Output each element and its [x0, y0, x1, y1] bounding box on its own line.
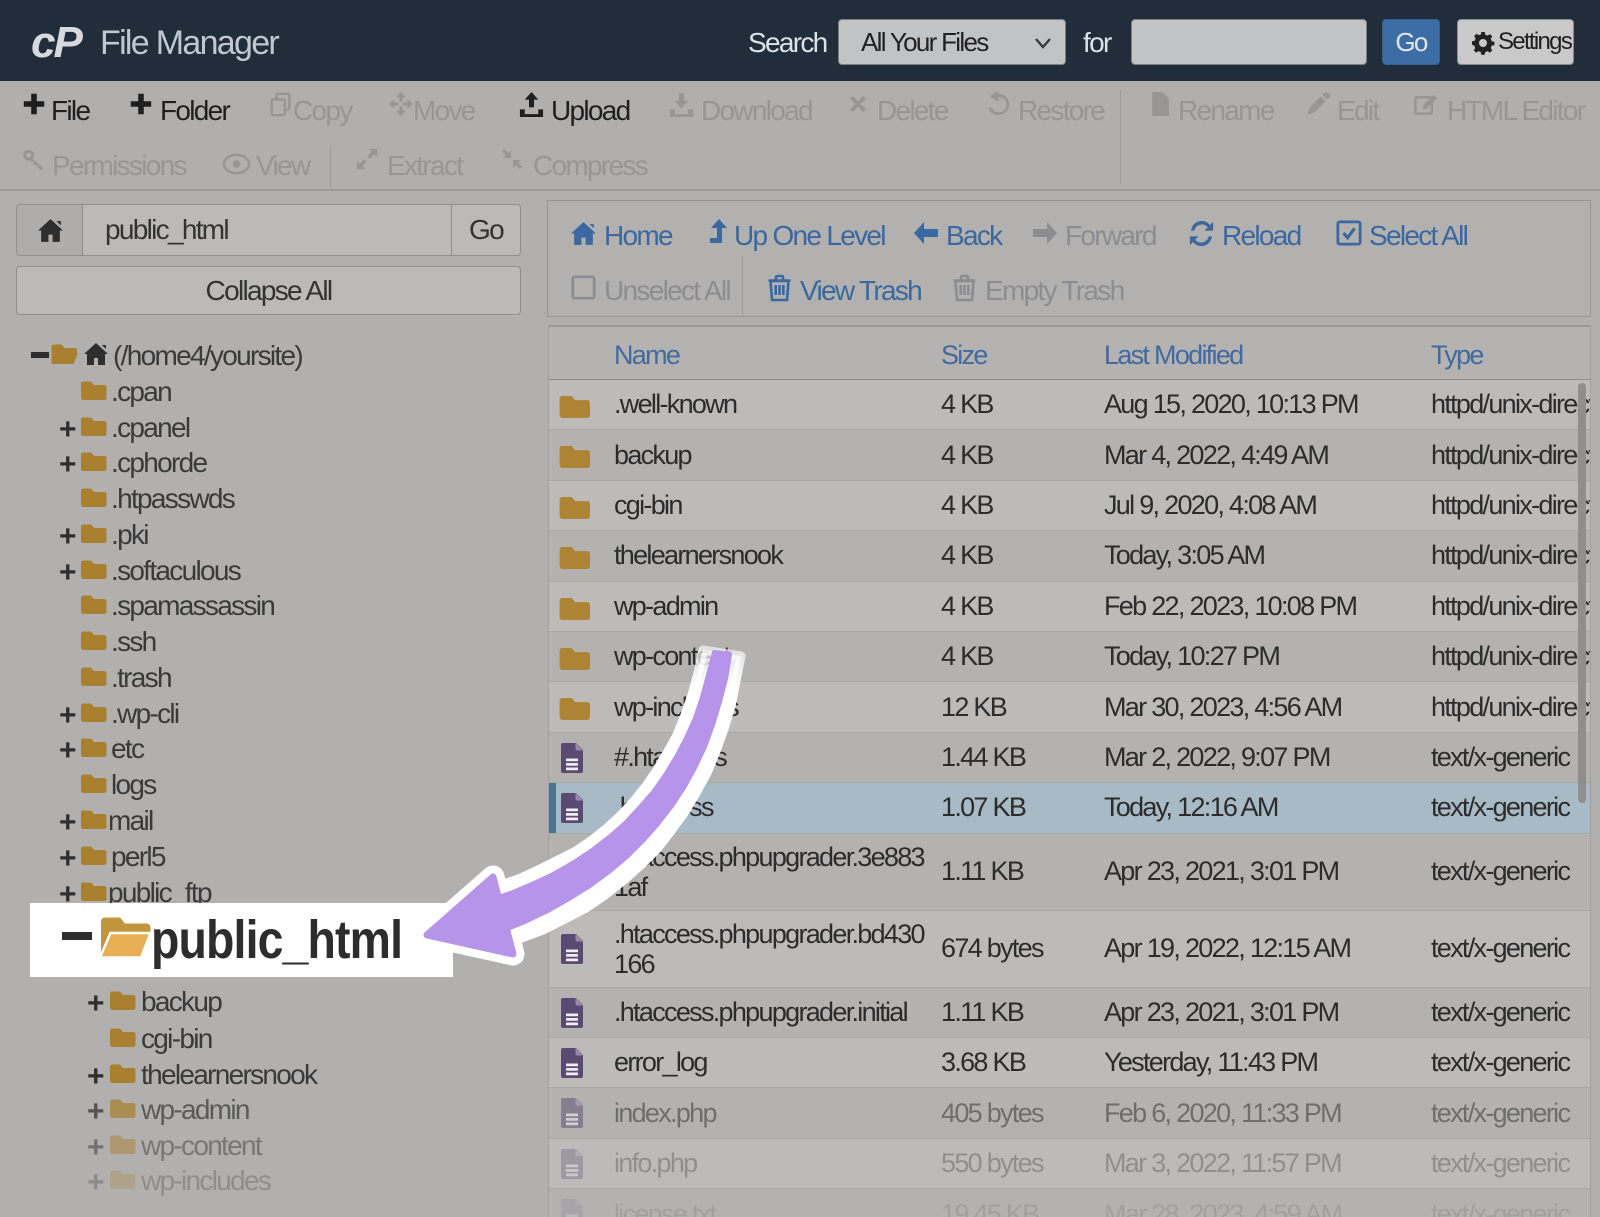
- svg-text:cP: cP: [31, 23, 83, 63]
